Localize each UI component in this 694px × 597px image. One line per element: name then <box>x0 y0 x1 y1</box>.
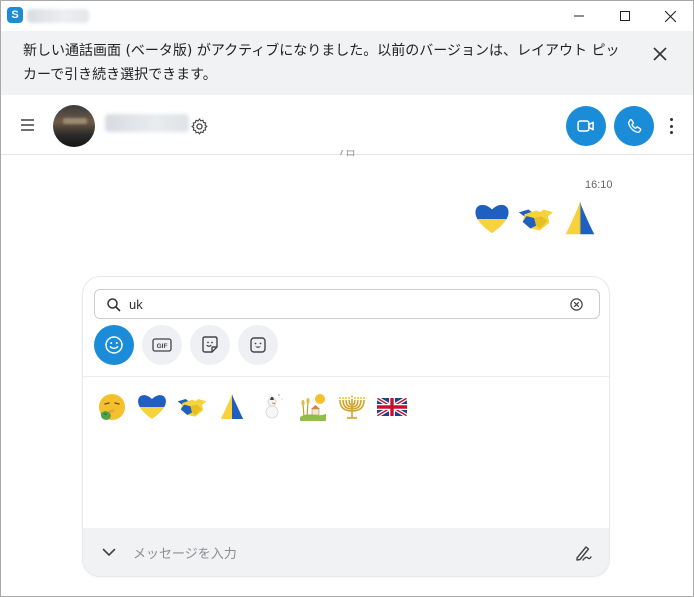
message-input[interactable]: メッセージを入力 <box>133 543 237 562</box>
emoji-result-item[interactable] <box>375 390 409 424</box>
clear-search-icon[interactable] <box>569 297 584 312</box>
svg-text:GIF: GIF <box>157 343 168 350</box>
sticker-tab[interactable] <box>190 325 230 365</box>
praying-hands-emoji <box>565 201 595 235</box>
avatar[interactable] <box>53 105 95 147</box>
more-vertical-icon <box>669 131 673 134</box>
banner-close-button[interactable] <box>646 40 674 68</box>
info-banner: 新しい通話画面 (ベータ版) がアクティブになりました。以前のバージョンは、レイ… <box>1 31 693 95</box>
sent-message[interactable] <box>473 200 599 238</box>
skype-logo-icon: S <box>7 7 23 23</box>
blue-yellow-heart-emoji <box>138 395 166 419</box>
close-icon <box>653 47 667 61</box>
emoji-search-input[interactable] <box>129 294 549 314</box>
moji-tab[interactable] <box>238 325 278 365</box>
close-icon <box>664 10 676 22</box>
close-window-button[interactable] <box>647 1 693 31</box>
window-title-redacted <box>27 9 89 23</box>
gif-icon: GIF <box>152 338 172 352</box>
blue-yellow-heart-emoji <box>475 204 509 234</box>
sticker-icon <box>202 336 218 353</box>
emoji-result-item[interactable] <box>295 390 329 424</box>
chevron-down-icon[interactable] <box>101 544 117 560</box>
money-mouth-face-emoji <box>99 394 125 420</box>
emoji-result-item[interactable] <box>135 390 169 424</box>
search-icon <box>107 298 121 312</box>
minimize-icon <box>574 15 584 17</box>
video-call-icon <box>577 120 594 132</box>
menorah-emoji <box>339 395 365 419</box>
hamburger-menu-icon <box>21 119 34 131</box>
smiley-icon <box>105 336 123 354</box>
gif-tab[interactable]: GIF <box>142 325 182 365</box>
maximize-icon <box>620 11 630 21</box>
emoji-result-item[interactable] <box>335 390 369 424</box>
more-options-button[interactable] <box>663 115 679 137</box>
video-call-button[interactable] <box>566 106 606 146</box>
conversation-header <box>1 95 693 155</box>
chat-area: 7日 16:10 uk GIF メッセージを入力 <box>1 150 693 596</box>
settings-button[interactable] <box>190 117 209 136</box>
maximize-button[interactable] <box>602 1 648 31</box>
gear-icon <box>191 118 208 135</box>
more-vertical-icon <box>669 118 673 121</box>
minimize-button[interactable] <box>556 1 602 31</box>
emoji-search-box[interactable] <box>94 289 600 319</box>
phone-call-button[interactable] <box>614 106 654 146</box>
phone-call-icon <box>627 118 641 133</box>
more-vertical-icon <box>669 124 673 128</box>
emoji-result-item[interactable] <box>255 390 289 424</box>
wheat-field-emoji <box>300 394 326 421</box>
emoji-result-item[interactable] <box>215 390 249 424</box>
cut-off-date-text: 7日 <box>338 150 356 158</box>
banner-text: 新しい通話画面 (ベータ版) がアクティブになりました。以前のバージョンは、レイ… <box>23 43 620 83</box>
handshake-emoji <box>518 209 554 231</box>
emoji-picker-panel: GIF <box>82 276 610 577</box>
emoji-results <box>95 390 409 424</box>
emoji-result-item[interactable] <box>175 390 209 424</box>
pen-icon[interactable] <box>574 543 594 563</box>
praying-hands-emoji <box>220 394 244 419</box>
emoji-result-item[interactable] <box>95 390 129 424</box>
handshake-emoji <box>177 399 207 417</box>
union-jack-flag-emoji <box>377 398 407 416</box>
picker-divider <box>83 376 609 377</box>
title-bar: S <box>1 1 693 31</box>
moji-icon <box>250 337 266 353</box>
snowman-emoji <box>265 394 283 419</box>
emoji-tab[interactable] <box>94 325 134 365</box>
message-timestamp: 16:10 <box>585 179 613 191</box>
menu-button[interactable] <box>19 116 37 134</box>
contact-name-redacted[interactable] <box>105 114 189 132</box>
message-compose-bar: メッセージを入力 <box>83 528 609 576</box>
app-window: S 新しい通話画面 (ベータ版) がアクティブになりました。以前のバージョンは、… <box>0 0 694 597</box>
picker-tabs: GIF <box>94 325 278 365</box>
